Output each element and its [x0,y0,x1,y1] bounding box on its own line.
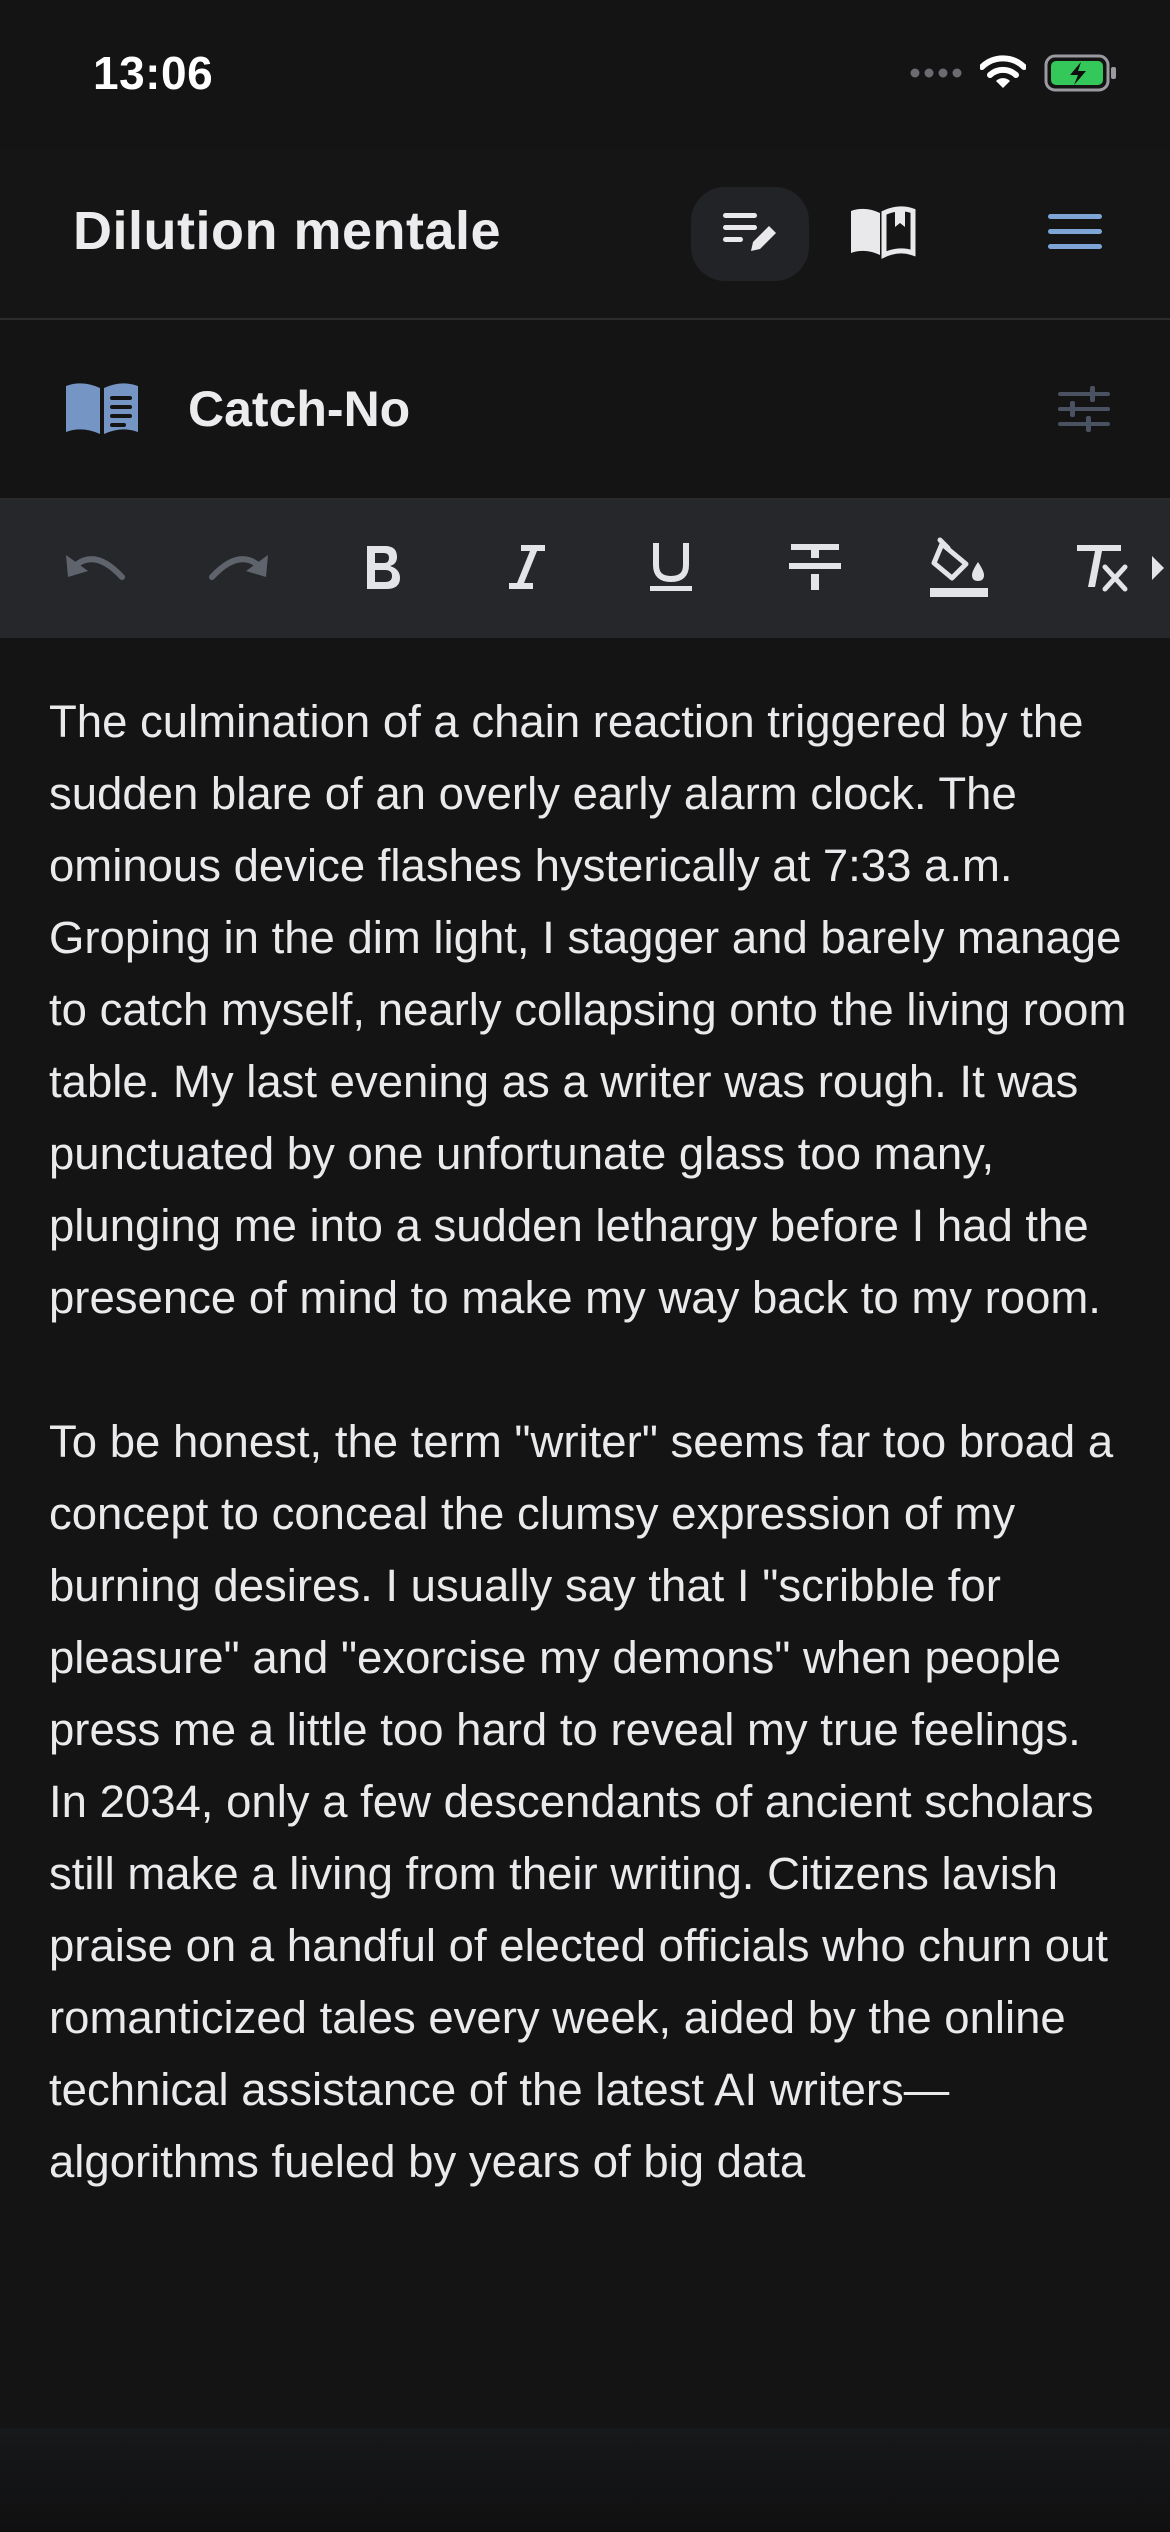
menu-icon [1046,211,1104,258]
more-arrow-icon[interactable] [1152,556,1164,580]
strikethrough-icon [787,542,843,597]
chapter-bar[interactable]: Catch-No [0,320,1170,500]
app-screen: 13:06 Dilution mentale Catch-No The culm… [0,0,1170,2532]
italic-icon [507,543,547,596]
read-mode-icon [847,205,917,264]
book-icon [64,378,140,443]
format-toolbar [0,500,1170,638]
status-icons [910,52,1118,98]
status-bar: 13:06 [0,0,1170,150]
paragraph-2[interactable]: To be honest, the term "writer" seems fa… [49,1406,1131,2198]
read-mode-button[interactable] [823,187,941,281]
signal-icon [910,66,962,84]
highlight-icon [928,536,990,603]
editor-body[interactable]: The culmination of a chain reaction trig… [49,686,1131,2198]
italic-button[interactable] [482,524,572,614]
paragraph-1[interactable]: The culmination of a chain reaction trig… [49,686,1131,1334]
battery-charging-icon [1044,54,1118,97]
undo-button[interactable] [50,524,140,614]
highlight-button[interactable] [914,524,1004,614]
underline-button[interactable] [626,524,716,614]
bottom-area [0,2428,1170,2532]
edit-mode-button[interactable] [691,187,809,281]
underline-icon [648,541,694,598]
sliders-icon[interactable] [1058,386,1110,437]
redo-icon [206,547,272,592]
menu-button[interactable] [1016,187,1134,281]
app-title: Dilution mentale [73,201,502,261]
chapter-title: Catch-No [188,381,411,437]
clear-format-button[interactable] [1058,524,1148,614]
undo-icon [62,547,128,592]
app-header: Dilution mentale [0,150,1170,320]
text-editor[interactable]: The culmination of a chain reaction trig… [0,638,1170,2428]
bold-icon [363,543,403,596]
strikethrough-button[interactable] [770,524,860,614]
redo-button[interactable] [194,524,284,614]
status-time: 13:06 [93,47,214,99]
clear-format-icon [1075,541,1131,598]
wifi-icon [979,54,1027,96]
bold-button[interactable] [338,524,428,614]
edit-mode-icon [721,207,779,262]
